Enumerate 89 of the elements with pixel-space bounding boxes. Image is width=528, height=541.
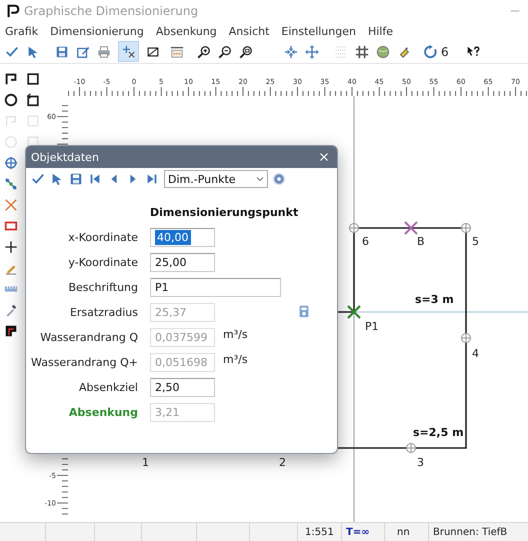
dot-grid-icon (334, 44, 348, 58)
grid-icon (354, 44, 368, 58)
target-icon (4, 156, 18, 170)
square-icon (26, 114, 40, 128)
corner-icon (4, 114, 18, 128)
field-label: Absenkziel (78, 381, 138, 394)
menu-item[interactable]: Dimensionierung (50, 24, 144, 38)
menu-item[interactable]: Grafik (5, 24, 38, 38)
field-label: Wasserandrang Q+ (30, 356, 138, 369)
floppy-icon (68, 172, 82, 186)
unit-label: m³/s (223, 353, 249, 366)
field-label: Wasserandrang Q (39, 331, 138, 344)
square-icon (26, 72, 40, 86)
crosshair-select-button[interactable] (118, 41, 139, 62)
node-marker[interactable] (460, 332, 472, 344)
status-text: T=∞ (342, 523, 385, 541)
point-label: B (417, 235, 425, 248)
menu-item[interactable]: Ansicht (228, 24, 270, 38)
info-icon (272, 172, 286, 186)
point-label: 3 (417, 456, 424, 469)
cross-icon (4, 198, 18, 212)
rect-icon (4, 218, 18, 232)
point-label: 5 (472, 235, 479, 248)
unit-label: m³/s (223, 328, 249, 341)
globe-icon (376, 44, 390, 58)
corner-icon (4, 72, 18, 86)
cursor-icon (50, 172, 64, 186)
point-label: 2 (279, 456, 286, 469)
check-icon (4, 44, 18, 58)
floppy-icon (54, 44, 68, 58)
node-marker[interactable] (460, 222, 472, 234)
plus-icon (4, 240, 18, 254)
menu-item[interactable]: Hilfe (368, 24, 394, 38)
first-icon (88, 172, 102, 186)
point-label: 4 (472, 347, 479, 360)
point-label: P1 (365, 320, 379, 333)
check-icon (30, 172, 44, 186)
window-title: Graphische Dimensionierung (24, 4, 198, 18)
layers-icon (170, 44, 184, 58)
node-marker[interactable] (348, 222, 360, 234)
circle-icon (4, 134, 18, 148)
corner-filled-icon (4, 324, 18, 338)
crosshair-select-icon (122, 44, 136, 58)
move-icon (304, 44, 318, 58)
pipette-icon (4, 302, 18, 316)
zoom-in-icon (196, 44, 210, 58)
input-field[interactable]: 25,00 (150, 253, 215, 272)
field-label: x-Koordinate (67, 231, 138, 244)
zoom-window-icon (238, 44, 252, 58)
input-field[interactable]: 40,00 (150, 228, 215, 247)
field-label: y-Koordinate (67, 256, 138, 269)
chain-icon (4, 176, 18, 190)
last-icon (144, 172, 158, 186)
field-label: Beschriftung (67, 281, 138, 294)
circle-icon (4, 92, 18, 106)
section-heading: Dimensionierungspunkt (149, 206, 300, 221)
edit-icon (76, 44, 90, 58)
cursor-icon (26, 44, 40, 58)
status-text: nn (385, 523, 429, 541)
menu-item[interactable]: Einstellungen (281, 24, 356, 38)
square-icon (26, 134, 40, 148)
point-label: 6 (362, 235, 369, 248)
status-text: Brunnen: TiefB (432, 526, 508, 540)
type-dropdown[interactable]: Dim.-Punkte (164, 170, 268, 188)
input-field[interactable]: 2,50 (150, 378, 215, 397)
calculate-button[interactable] (297, 304, 311, 318)
point-label: 1 (142, 456, 149, 469)
printer-icon (96, 44, 110, 58)
status-text: 1:551 (298, 523, 342, 541)
field-label: Absenkung (68, 406, 138, 419)
zoom-out-icon (218, 44, 232, 58)
node-marker[interactable] (406, 442, 416, 454)
input-field[interactable]: P1 (150, 278, 281, 297)
frame-icon (146, 44, 160, 58)
caret-icon (256, 176, 264, 182)
segment-label: s=2,5 m (413, 426, 464, 439)
segment-label: s=3 m (415, 293, 454, 306)
help-icon (466, 44, 480, 58)
info-button[interactable] (270, 170, 287, 188)
dialog-title: Objektdaten (31, 150, 100, 164)
refresh-icon (424, 44, 438, 58)
field-label: Ersatzradius (68, 306, 138, 319)
calc-icon (297, 304, 311, 318)
point-marker[interactable] (346, 304, 362, 320)
menu-item[interactable]: Absenkung (156, 24, 217, 38)
arrows-in-icon (284, 44, 298, 58)
well-marker[interactable] (404, 221, 418, 235)
app-logo-icon (6, 4, 20, 18)
refresh-button[interactable]: 6 (420, 41, 453, 62)
